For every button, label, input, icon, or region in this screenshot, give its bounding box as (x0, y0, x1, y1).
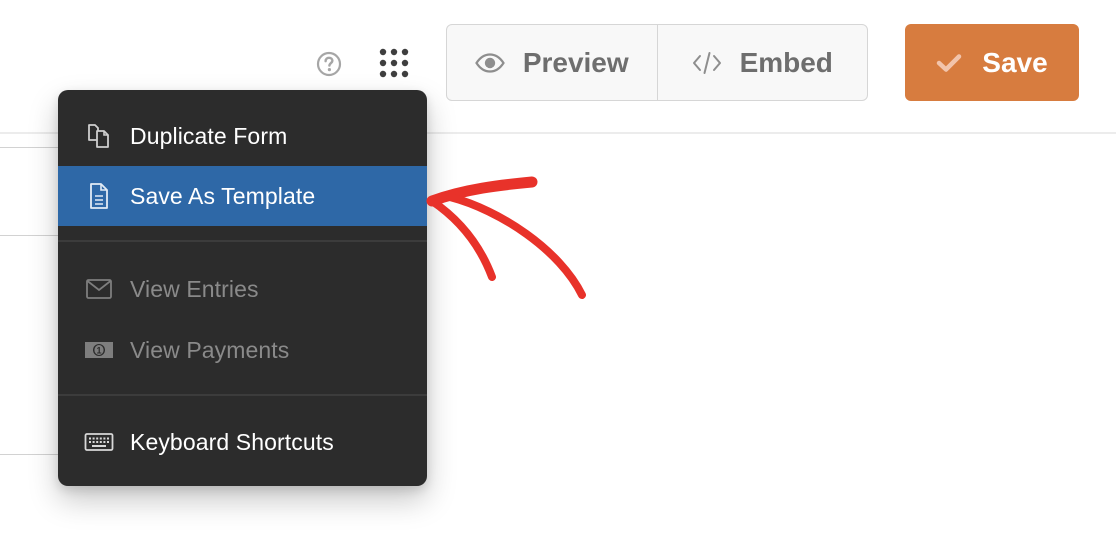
embed-button[interactable]: Embed (656, 25, 868, 100)
menu-item-view-entries[interactable]: View Entries (58, 259, 427, 319)
menu-label: Keyboard Shortcuts (130, 428, 334, 455)
menu-label: Save As Template (130, 182, 316, 209)
preview-embed-group: Preview Embed (446, 24, 868, 101)
svg-text:1: 1 (96, 346, 101, 356)
help-icon[interactable] (316, 51, 342, 77)
form-options-menu: Duplicate Form Save As Template View Ent… (58, 90, 427, 486)
embed-label: Embed (739, 46, 833, 78)
eye-icon (475, 52, 505, 73)
menu-item-keyboard-shortcuts[interactable]: Keyboard Shortcuts (58, 412, 427, 472)
menu-label: View Entries (130, 275, 259, 302)
menu-item-view-payments[interactable]: 1 View Payments (58, 320, 427, 380)
duplicate-icon (84, 123, 114, 149)
document-icon (84, 183, 114, 209)
preview-button[interactable]: Preview (447, 25, 657, 100)
menu-item-duplicate-form[interactable]: Duplicate Form (58, 106, 427, 166)
envelope-icon (84, 276, 114, 302)
checkmark-icon (936, 53, 962, 73)
save-button[interactable]: Save (905, 24, 1079, 101)
menu-label: Duplicate Form (130, 122, 288, 149)
apps-grid-icon[interactable] (378, 47, 410, 79)
menu-label: View Payments (130, 336, 290, 363)
keyboard-icon (84, 429, 114, 455)
annotation-arrow (420, 165, 610, 315)
menu-item-save-as-template[interactable]: Save As Template (58, 166, 427, 226)
code-icon (692, 51, 722, 75)
menu-divider (58, 240, 427, 242)
save-label: Save (982, 46, 1048, 78)
preview-label: Preview (522, 46, 629, 78)
money-icon: 1 (84, 337, 114, 363)
menu-divider (58, 394, 427, 396)
